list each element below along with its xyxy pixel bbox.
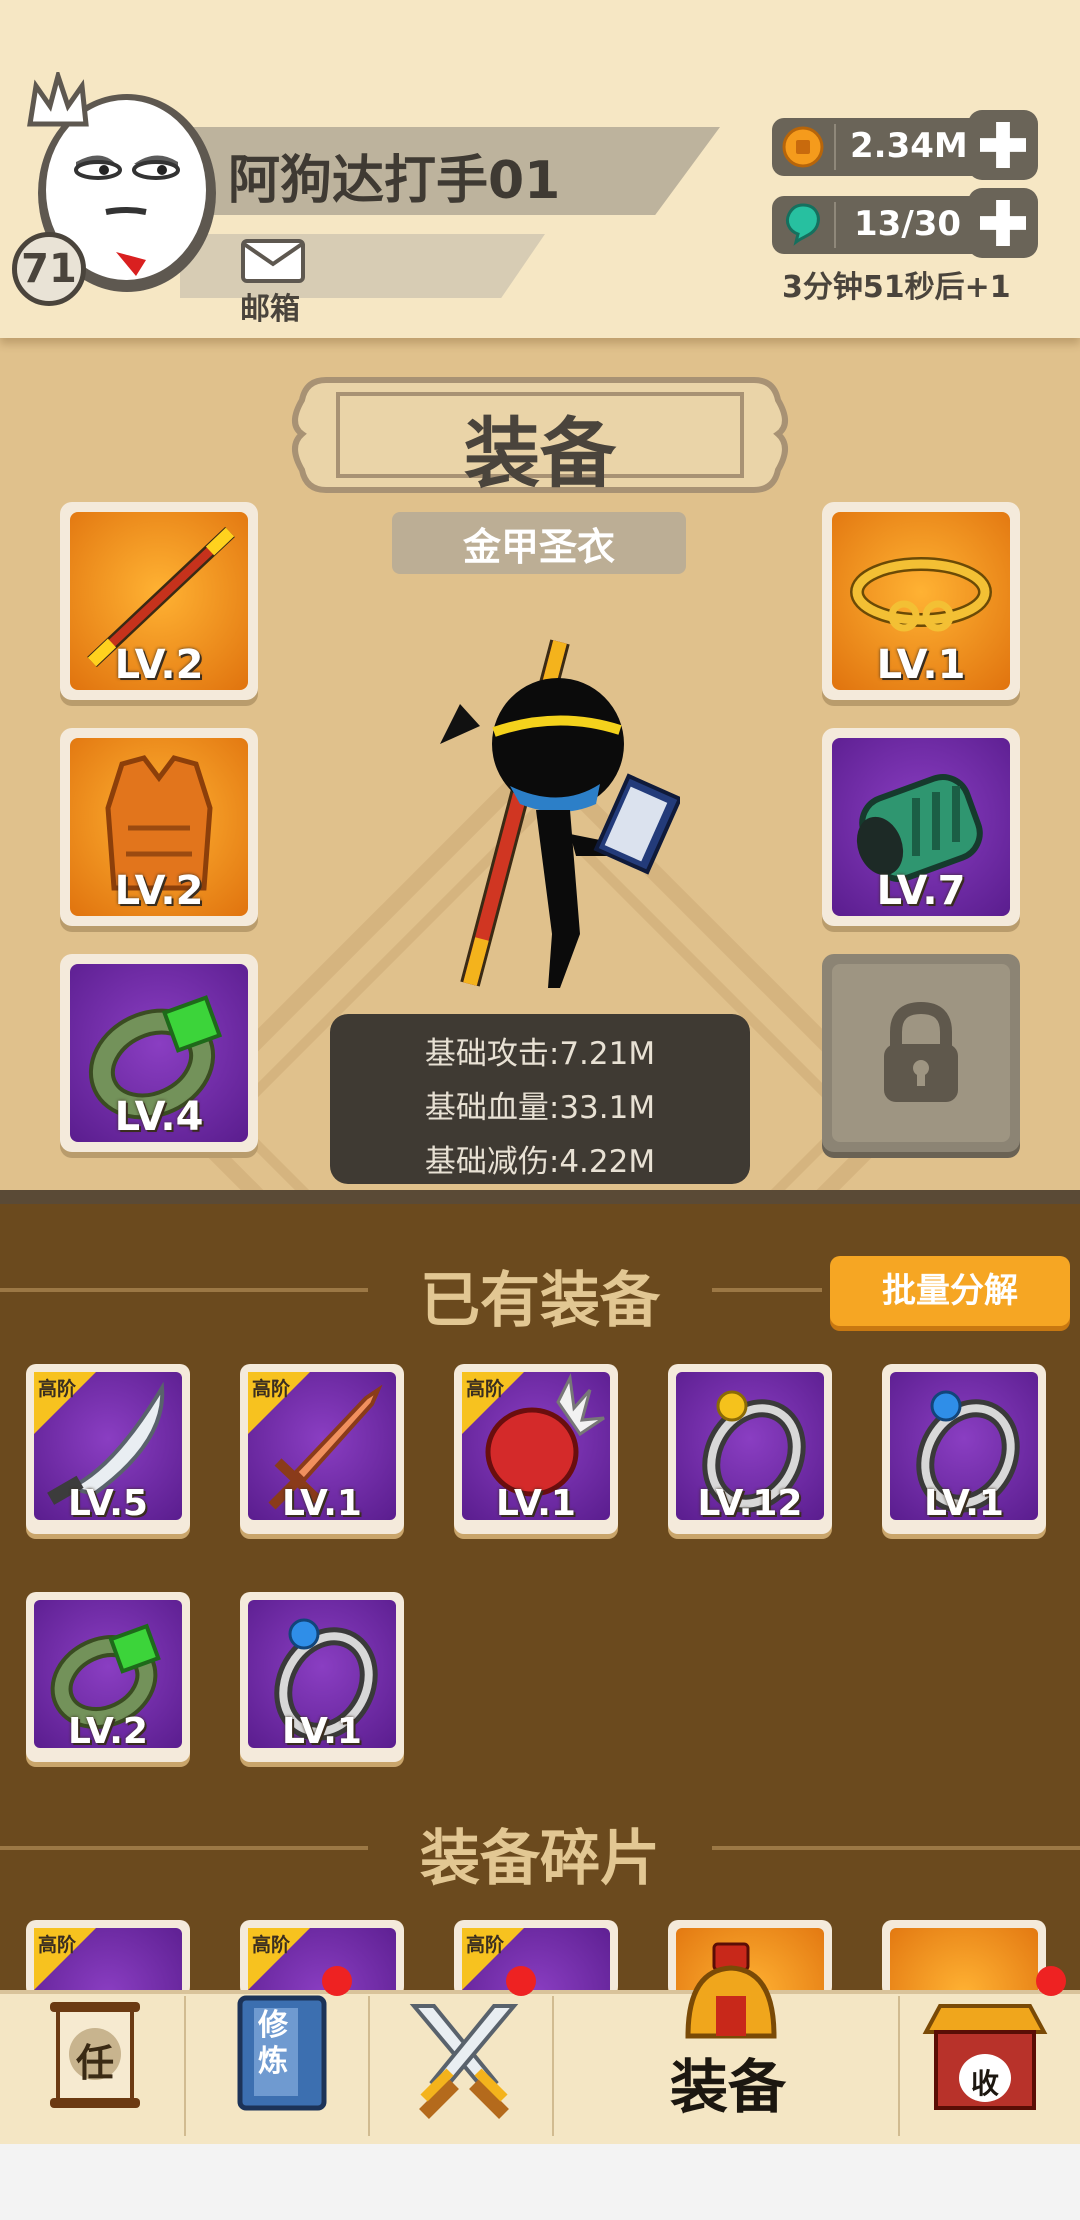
nav-equipment[interactable]: 装备	[560, 2040, 896, 2124]
notification-dot	[1036, 1966, 1066, 1996]
top-bar: 阿狗达打手01 71 邮箱 2.34M 13/30 3分钟51秒后+1	[0, 0, 1080, 338]
panel-divider	[0, 1190, 1080, 1204]
stat-attack: 基础攻击:7.21M	[424, 1036, 656, 1072]
inventory-item[interactable]: 高阶 LV.1	[240, 1364, 404, 1534]
nav-shop[interactable]: 收	[920, 2002, 1050, 2114]
nav-divider	[368, 1996, 370, 2136]
batch-dismantle-button[interactable]: 批量分解	[830, 1256, 1070, 1326]
stat-hp: 基础血量:33.1M	[424, 1090, 656, 1126]
divider	[834, 202, 836, 248]
tasks-glyph: 任	[75, 2041, 114, 2085]
mail-icon[interactable]	[240, 238, 306, 284]
set-name: 金甲圣衣	[462, 525, 615, 569]
cultivate-glyph: 修炼	[258, 2008, 288, 2079]
helmet-icon	[676, 1940, 786, 2040]
bottom-nav	[0, 1990, 1080, 2144]
item-bg	[890, 1928, 1038, 1996]
coin-icon	[782, 126, 824, 168]
fragment-item[interactable]	[882, 1920, 1046, 1996]
fragment-item[interactable]: 高阶	[26, 1920, 190, 1996]
slot-level: LV.2	[114, 868, 204, 914]
divider	[834, 124, 836, 170]
shop-glyph: 收	[970, 2067, 999, 2100]
slot-headgear[interactable]: LV.1	[822, 502, 1020, 700]
item-level: LV.5	[68, 1483, 148, 1524]
nav-divider	[898, 1996, 900, 2136]
item-level: LV.1	[924, 1483, 1004, 1524]
stat-defense: 基础减伤:4.22M	[424, 1144, 656, 1180]
nav-battle[interactable]	[404, 2000, 524, 2120]
inventory-item[interactable]: LV.1	[240, 1592, 404, 1762]
coin-amount: 2.34M	[850, 126, 968, 166]
energy-orb-icon	[785, 203, 820, 246]
player-name: 阿狗达打手01	[228, 151, 561, 211]
character-figure	[440, 639, 680, 988]
nav-cultivate[interactable]: 修炼	[236, 1994, 328, 2112]
crown-icon	[26, 67, 90, 132]
lock-icon	[884, 1001, 958, 1102]
tier-label: 高阶	[252, 1934, 291, 1956]
slot-armor[interactable]: LV.2	[60, 728, 258, 926]
notification-dot	[322, 1966, 352, 1996]
slot-weapon[interactable]: LV.2	[60, 502, 258, 700]
inventory-item[interactable]: 高阶 LV.1	[454, 1364, 618, 1534]
item-level: LV.12	[697, 1483, 803, 1524]
mail-label[interactable]: 邮箱	[240, 284, 300, 328]
nav-tasks[interactable]: 任	[40, 1996, 150, 2122]
stats-panel: 基础攻击:7.21M 基础血量:33.1M 基础减伤:4.22M	[330, 1014, 750, 1184]
inventory-item[interactable]: LV.12	[668, 1364, 832, 1534]
slot-accessory[interactable]: LV.4	[60, 954, 258, 1152]
item-level: LV.2	[68, 1711, 148, 1752]
mail-banner	[180, 234, 545, 298]
slot-level: LV.1	[876, 642, 966, 688]
tier-label: 高阶	[252, 1378, 291, 1400]
slot-gloves[interactable]: LV.7	[822, 728, 1020, 926]
item-level: LV.1	[282, 1483, 362, 1524]
inventory-item[interactable]: 高阶 LV.5	[26, 1364, 190, 1534]
inventory-item[interactable]: LV.2	[26, 1592, 190, 1762]
energy-timer: 3分钟51秒后+1	[782, 270, 1011, 305]
tier-label: 高阶	[38, 1934, 77, 1956]
energy-amount: 13/30	[854, 204, 962, 244]
add-energy-button[interactable]	[968, 188, 1038, 258]
system-nav-bar	[0, 2144, 1080, 2220]
slot-locked[interactable]	[822, 954, 1020, 1152]
nav-divider	[184, 1996, 186, 2136]
page-title: 装备	[464, 409, 616, 498]
slot-level: LV.2	[114, 642, 204, 688]
add-coins-button[interactable]	[968, 110, 1038, 180]
notification-dot	[506, 1966, 536, 1996]
slot-level: LV.7	[876, 868, 966, 914]
inventory-item[interactable]: LV.1	[882, 1364, 1046, 1534]
tier-label: 高阶	[466, 1378, 505, 1400]
crossed-swords-icon	[409, 2004, 519, 2119]
fragments-title: 装备碎片	[420, 1824, 660, 1894]
level-badge: 71	[12, 232, 86, 306]
item-level: LV.1	[496, 1483, 576, 1524]
slot-level: LV.4	[114, 1094, 204, 1140]
nav-divider	[552, 1996, 554, 2136]
tier-label: 高阶	[38, 1378, 77, 1400]
tier-label: 高阶	[466, 1934, 505, 1956]
fragment-item[interactable]: 高阶	[454, 1920, 618, 1996]
item-level: LV.1	[282, 1711, 362, 1752]
